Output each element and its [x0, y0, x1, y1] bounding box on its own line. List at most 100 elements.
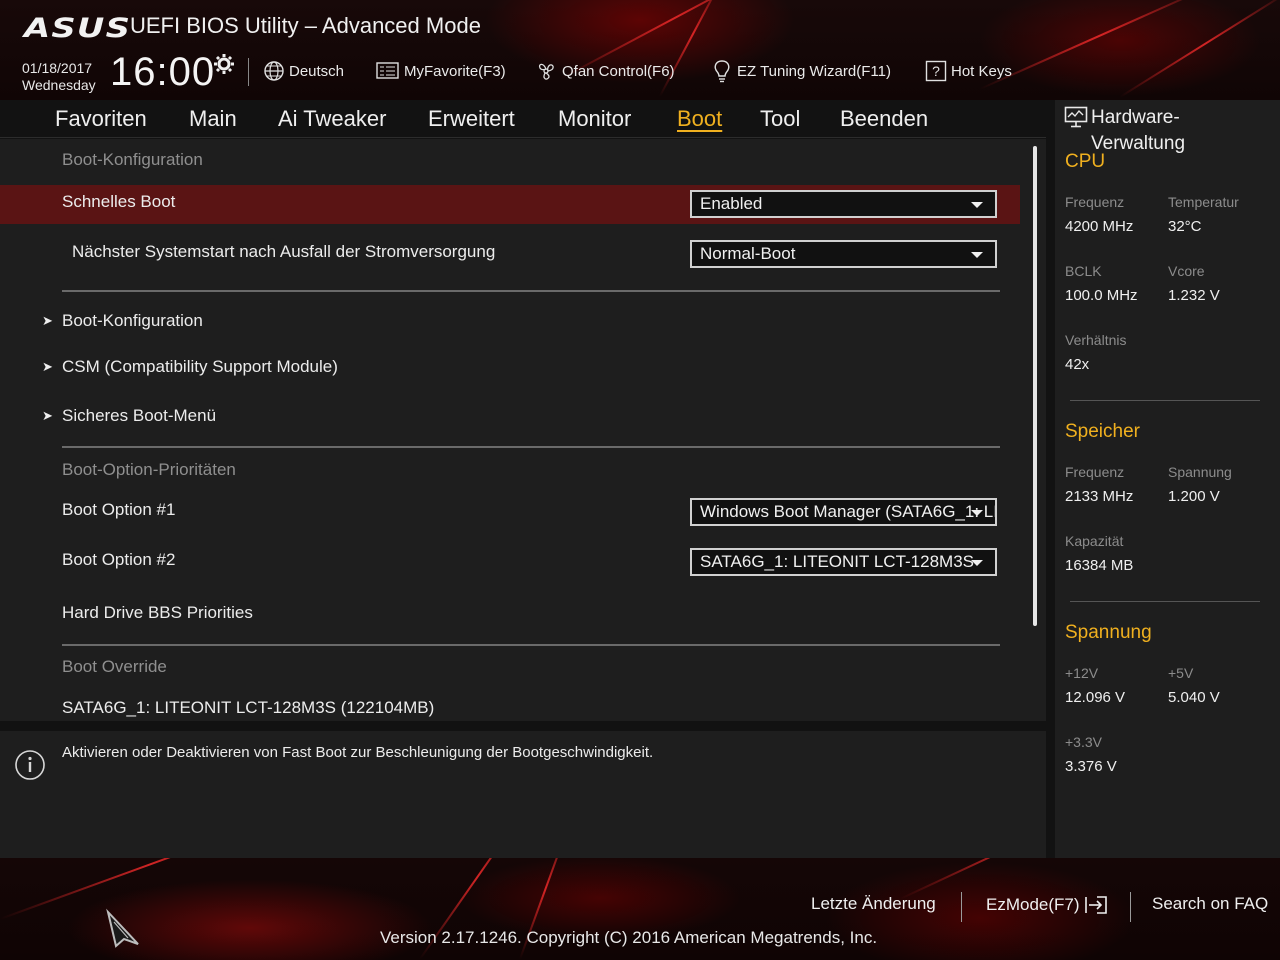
- hardware-monitor-title: Hardware-Verwaltung: [1091, 107, 1186, 154]
- cpu-temperature-value: 32°C: [1168, 218, 1202, 235]
- submenu-csm[interactable]: CSM (Compatibility Support Module): [62, 357, 338, 377]
- voltage-3v3-label: +3.3V: [1065, 734, 1102, 750]
- ezmode-label: EzMode(F7): [986, 895, 1080, 914]
- bclk-label: BCLK: [1065, 263, 1102, 279]
- settings-scrollbar[interactable]: [1033, 146, 1037, 626]
- dropdown-arrow-icon: [971, 560, 983, 566]
- fast-boot-dropdown[interactable]: Enabled: [690, 190, 997, 218]
- section-divider: [62, 290, 1000, 292]
- search-faq-button[interactable]: Search on FAQ: [1152, 894, 1268, 914]
- footer-separator: [961, 892, 962, 922]
- next-boot-dropdown[interactable]: Normal-Boot: [690, 240, 997, 268]
- tab-monitor[interactable]: Monitor: [558, 106, 631, 132]
- voltage-12v-value: 12.096 V: [1065, 689, 1126, 706]
- hotkeys-button[interactable]: ? Hot Keys: [925, 58, 1012, 84]
- memory-capacity-value: 16384 MB: [1065, 557, 1134, 574]
- memory-capacity-label: Kapazität: [1065, 533, 1124, 549]
- exit-to-ezmode-icon: [1084, 896, 1107, 914]
- fast-boot-label: Schnelles Boot: [62, 192, 176, 211]
- tab-ai-tweaker[interactable]: Ai Tweaker: [278, 106, 386, 132]
- language-label: Deutsch: [289, 62, 345, 80]
- boot-option-2-dropdown[interactable]: SATA6G_1: LITEONIT LCT-128M3S: [690, 548, 997, 576]
- footer-separator: [1130, 892, 1131, 922]
- cpu-frequency-label: Frequenz: [1065, 194, 1125, 210]
- globe-icon: [264, 61, 284, 81]
- qfan-control-button[interactable]: Qfan Control(F6): [534, 58, 675, 84]
- memory-voltage-label: Spannung: [1168, 464, 1232, 480]
- version-copyright: Version 2.17.1246. Copyright (C) 2016 Am…: [380, 928, 878, 947]
- clock-display: 16:00: [110, 50, 216, 94]
- ez-tuning-label: EZ Tuning Wizard(F11): [737, 62, 891, 80]
- favorite-list-icon: [376, 62, 399, 79]
- tab-erweitert[interactable]: Erweitert: [428, 106, 515, 132]
- header-separator: [248, 58, 249, 86]
- hw-divider: [1070, 400, 1260, 401]
- boot-override-item[interactable]: SATA6G_1: LITEONIT LCT-128M3S (122104MB): [62, 698, 434, 718]
- cursor-arrow-icon: [106, 908, 139, 948]
- clock-settings-gear-icon[interactable]: [212, 52, 236, 76]
- tab-boot[interactable]: Boot: [677, 106, 722, 132]
- ratio-value: 42x: [1065, 356, 1090, 373]
- info-icon: [15, 750, 45, 780]
- settings-panel: Boot-Konfiguration Schnelles Boot Enable…: [0, 139, 1046, 721]
- ratio-label: Verhältnis: [1065, 332, 1127, 348]
- voltage-3v3-value: 3.376 V: [1065, 758, 1117, 775]
- boot-option-2-label: Boot Option #2: [62, 550, 176, 569]
- submenu-chevron-icon: ➤: [42, 360, 53, 375]
- svg-text:?: ?: [932, 63, 940, 79]
- submenu-boot-config[interactable]: Boot-Konfiguration: [62, 311, 203, 331]
- memory-voltage-value: 1.200 V: [1168, 488, 1220, 505]
- section-title-boot-config: Boot-Konfiguration: [62, 150, 203, 169]
- voltage-5v-label: +5V: [1168, 665, 1194, 681]
- boot-option-1-dropdown[interactable]: Windows Boot Manager (SATA6G_1: LITEONIT…: [690, 498, 997, 526]
- myfavorite-button[interactable]: MyFavorite(F3): [376, 58, 506, 84]
- help-question-icon: ?: [925, 60, 947, 82]
- hotkeys-label: Hot Keys: [951, 62, 1012, 80]
- tab-tool[interactable]: Tool: [760, 106, 800, 132]
- section-title-boot-override: Boot Override: [62, 657, 167, 676]
- ez-tuning-wizard-button[interactable]: EZ Tuning Wizard(F11): [711, 58, 891, 84]
- boot-option-1-label: Boot Option #1: [62, 500, 176, 519]
- vcore-label: Vcore: [1168, 263, 1205, 279]
- qfan-label: Qfan Control(F6): [562, 62, 675, 80]
- section-divider: [62, 446, 1000, 448]
- tab-main[interactable]: Main: [189, 106, 237, 132]
- bclk-value: 100.0 MHz: [1065, 287, 1138, 304]
- tab-favoriten[interactable]: Favoriten: [55, 106, 147, 132]
- submenu-chevron-icon: ➤: [42, 409, 53, 424]
- cpu-temperature-label: Temperatur: [1168, 194, 1239, 210]
- lightbulb-icon: [714, 60, 730, 83]
- next-boot-value: Normal-Boot: [700, 244, 796, 263]
- voltage-5v-value: 5.040 V: [1168, 689, 1220, 706]
- hw-divider: [1070, 601, 1260, 602]
- weekday-display: Wednesday: [22, 77, 96, 93]
- hard-drive-bbs-priorities[interactable]: Hard Drive BBS Priorities: [62, 603, 253, 623]
- section-title-boot-priorities: Boot-Option-Prioritäten: [62, 460, 236, 479]
- submenu-chevron-icon: ➤: [42, 314, 53, 329]
- tab-beenden[interactable]: Beenden: [840, 106, 928, 132]
- dropdown-arrow-icon: [971, 202, 983, 208]
- dropdown-arrow-icon: [971, 510, 983, 516]
- dropdown-arrow-icon: [971, 252, 983, 258]
- last-change-button[interactable]: Letzte Änderung: [811, 894, 936, 914]
- language-button[interactable]: Deutsch: [263, 58, 344, 84]
- submenu-secure-boot[interactable]: Sicheres Boot-Menü: [62, 406, 216, 426]
- monitor-icon: [1064, 106, 1088, 128]
- section-divider: [62, 644, 1000, 646]
- fast-boot-value: Enabled: [700, 194, 763, 213]
- help-description: Aktivieren oder Deaktivieren von Fast Bo…: [62, 744, 654, 761]
- boot-option-1-value: Windows Boot Manager (SATA6G_1: LITEONIT…: [700, 502, 997, 521]
- cpu-heading: CPU: [1065, 151, 1106, 172]
- myfavorite-label: MyFavorite(F3): [404, 62, 506, 80]
- voltage-12v-label: +12V: [1065, 665, 1099, 681]
- memory-heading: Speicher: [1065, 421, 1140, 442]
- date-display: 01/18/2017: [22, 60, 93, 76]
- ezmode-button[interactable]: EzMode(F7): [986, 894, 1110, 916]
- memory-frequency-value: 2133 MHz: [1065, 488, 1134, 505]
- voltage-heading: Spannung: [1065, 622, 1152, 643]
- next-boot-after-power-loss-label: Nächster Systemstart nach Ausfall der St…: [72, 242, 496, 261]
- vcore-value: 1.232 V: [1168, 287, 1220, 304]
- fan-icon: [538, 63, 554, 80]
- memory-frequency-label: Frequenz: [1065, 464, 1125, 480]
- app-title: UEFI BIOS Utility – Advanced Mode: [130, 13, 481, 38]
